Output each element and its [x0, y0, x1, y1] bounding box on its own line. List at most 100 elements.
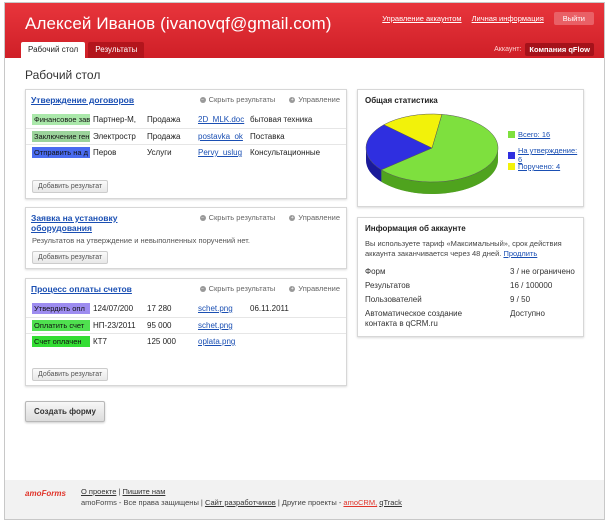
cell: Продажа: [147, 132, 181, 141]
status-badge: Финансовое зав: [32, 114, 90, 125]
form-title[interactable]: Утверждение договоров: [31, 95, 134, 105]
legend-item[interactable]: Поручено: 4: [508, 162, 560, 171]
file-link[interactable]: 2D_MLK.doc: [198, 115, 246, 124]
info-value: Доступно: [510, 309, 545, 318]
account-switch: Аккаунт: Компания qFlow: [494, 43, 594, 56]
file-link[interactable]: schet.png: [198, 304, 246, 313]
plus-icon: +: [289, 285, 296, 292]
cell: НП-23/2011: [93, 321, 136, 330]
info-key: Форм: [365, 267, 386, 276]
minus-icon: −: [199, 285, 206, 292]
pie-chart: [365, 113, 499, 194]
manage-button[interactable]: + Управление: [289, 284, 340, 293]
info-value: 3 / не ограничено: [510, 267, 575, 276]
file-link[interactable]: oplata.png: [198, 337, 246, 346]
cell: КТ7: [93, 337, 107, 346]
cell: 124/07/200: [93, 304, 134, 313]
cell: 06.11.2011: [250, 304, 289, 313]
main-content: Рабочий стол Утверждение договоров − Скры…: [5, 58, 604, 480]
panel-actions: − Скрыть результаты + Управление: [199, 95, 340, 104]
about-link[interactable]: О проекте: [81, 487, 116, 496]
account-badge[interactable]: Компания qFlow: [525, 43, 594, 56]
legend-link[interactable]: Всего: 16: [518, 130, 550, 139]
tariff-line: Вы используете тариф «Максимальный», сро…: [365, 239, 562, 248]
table-row[interactable]: Оплатить счет НП-23/2011 95 000 schet.pn…: [26, 317, 346, 333]
hide-results-button[interactable]: − Скрыть результаты: [199, 213, 275, 222]
amocrm-link[interactable]: amoCRM,: [343, 498, 377, 507]
cell: Поставка: [250, 132, 285, 141]
cell: 95 000: [147, 321, 172, 330]
file-link[interactable]: postavka_ok: [198, 132, 246, 141]
user-title: Алексей Иванов (ivanovqf@gmail.com): [25, 14, 332, 33]
account-info-panel: Информация об аккаунте Вы используете та…: [357, 217, 584, 337]
info-value: 9 / 50: [510, 295, 531, 304]
cell: Консультационные: [250, 148, 321, 157]
info-value: 16 / 100000: [510, 281, 553, 290]
footer-logo[interactable]: amoForms: [25, 489, 66, 498]
file-link[interactable]: schet.png: [198, 321, 246, 330]
status-badge: Заключение ген: [32, 131, 90, 142]
table-row[interactable]: Отправить на д Перов Услуги Pervy_uslug …: [26, 144, 346, 160]
expiry-line: аккаунта заканчивается через 48 дней. Пр…: [365, 249, 538, 258]
header: Алексей Иванов (ivanovqf@gmail.com) Упра…: [5, 3, 604, 58]
info-key: Пользователей: [365, 295, 422, 304]
panel-actions: − Скрыть результаты + Управление: [199, 284, 340, 293]
panel-actions: − Скрыть результаты + Управление: [199, 213, 340, 222]
qtrack-link[interactable]: qTrack: [379, 498, 402, 507]
form-title[interactable]: Заявка на установку оборудования: [31, 213, 141, 233]
cell: Партнер-М,: [93, 115, 137, 124]
hide-results-button[interactable]: − Скрыть результаты: [199, 95, 275, 104]
file-link[interactable]: Pervy_uslug: [198, 148, 246, 157]
form-panel-payments: Процесс оплаты счетов − Скрыть результаты…: [25, 278, 347, 386]
contact-link[interactable]: Пишите нам: [123, 487, 166, 496]
tab-results[interactable]: Результаты: [88, 42, 145, 58]
cell: 125 000: [147, 337, 176, 346]
manage-account-link[interactable]: Управление аккаунтом: [382, 14, 461, 23]
top-links: Управление аккаунтом Личная информация В…: [382, 12, 594, 25]
add-result-button[interactable]: Добавить результат: [32, 251, 109, 264]
add-result-button[interactable]: Добавить результат: [32, 180, 109, 193]
add-result-button[interactable]: Добавить результат: [32, 368, 109, 381]
cell: Продажа: [147, 115, 181, 124]
table-row[interactable]: Утвердить опл 124/07/200 17 280 schet.pn…: [26, 301, 346, 317]
stats-title: Общая статистика: [365, 96, 438, 105]
logout-button[interactable]: Выйти: [553, 12, 594, 25]
status-badge: Отправить на д: [32, 147, 90, 158]
info-key: Результатов: [365, 281, 410, 290]
manage-button[interactable]: + Управление: [289, 95, 340, 104]
other-projects-label: Другие проекты -: [281, 498, 342, 507]
cell: Электростр: [93, 132, 136, 141]
form-title[interactable]: Процесс оплаты счетов: [31, 284, 132, 294]
account-label: Аккаунт:: [494, 46, 522, 53]
table-row[interactable]: Счет оплачен КТ7 125 000 oplata.png: [26, 333, 346, 349]
cell: Перов: [93, 148, 117, 157]
status-badge: Счет оплачен: [32, 336, 90, 347]
plus-icon: +: [289, 96, 296, 103]
form-panel-equipment: Заявка на установку оборудования − Скрыть…: [25, 207, 347, 269]
info-key: Автоматическое создание контакта в qCRM.…: [365, 309, 463, 328]
account-info-title: Информация об аккаунте: [365, 224, 466, 233]
minus-icon: −: [199, 214, 206, 221]
copyright-text: amoForms - Все права защищены: [81, 498, 199, 507]
legend-swatch: [508, 163, 515, 170]
create-form-button[interactable]: Создать форму: [25, 401, 105, 422]
legend-item[interactable]: Всего: 16: [508, 130, 550, 139]
legend-link[interactable]: Поручено: 4: [518, 162, 560, 171]
status-badge: Утвердить опл: [32, 303, 90, 314]
tab-desktop[interactable]: Рабочий стол: [21, 42, 86, 58]
cell: 17 280: [147, 304, 172, 313]
legend-swatch: [508, 151, 515, 159]
legend-swatch: [508, 131, 515, 138]
status-badge: Оплатить счет: [32, 320, 90, 331]
manage-button[interactable]: + Управление: [289, 213, 340, 222]
empty-note: Результатов на утверждение и невыполненн…: [32, 236, 250, 245]
hide-results-button[interactable]: − Скрыть результаты: [199, 284, 275, 293]
renew-link[interactable]: Продлить: [503, 249, 537, 258]
table-row[interactable]: Заключение ген Электростр Продажа postav…: [26, 128, 346, 144]
app-frame: Алексей Иванов (ivanovqf@gmail.com) Упра…: [4, 2, 605, 520]
table-row[interactable]: Финансовое зав Партнер-М, Продажа 2D_MLK…: [26, 112, 346, 128]
dev-link[interactable]: Сайт разработчиков: [205, 498, 276, 507]
personal-info-link[interactable]: Личная информация: [472, 14, 544, 23]
footer-copyright: amoForms - Все права защищены | Сайт раз…: [81, 498, 402, 507]
plus-icon: +: [289, 214, 296, 221]
